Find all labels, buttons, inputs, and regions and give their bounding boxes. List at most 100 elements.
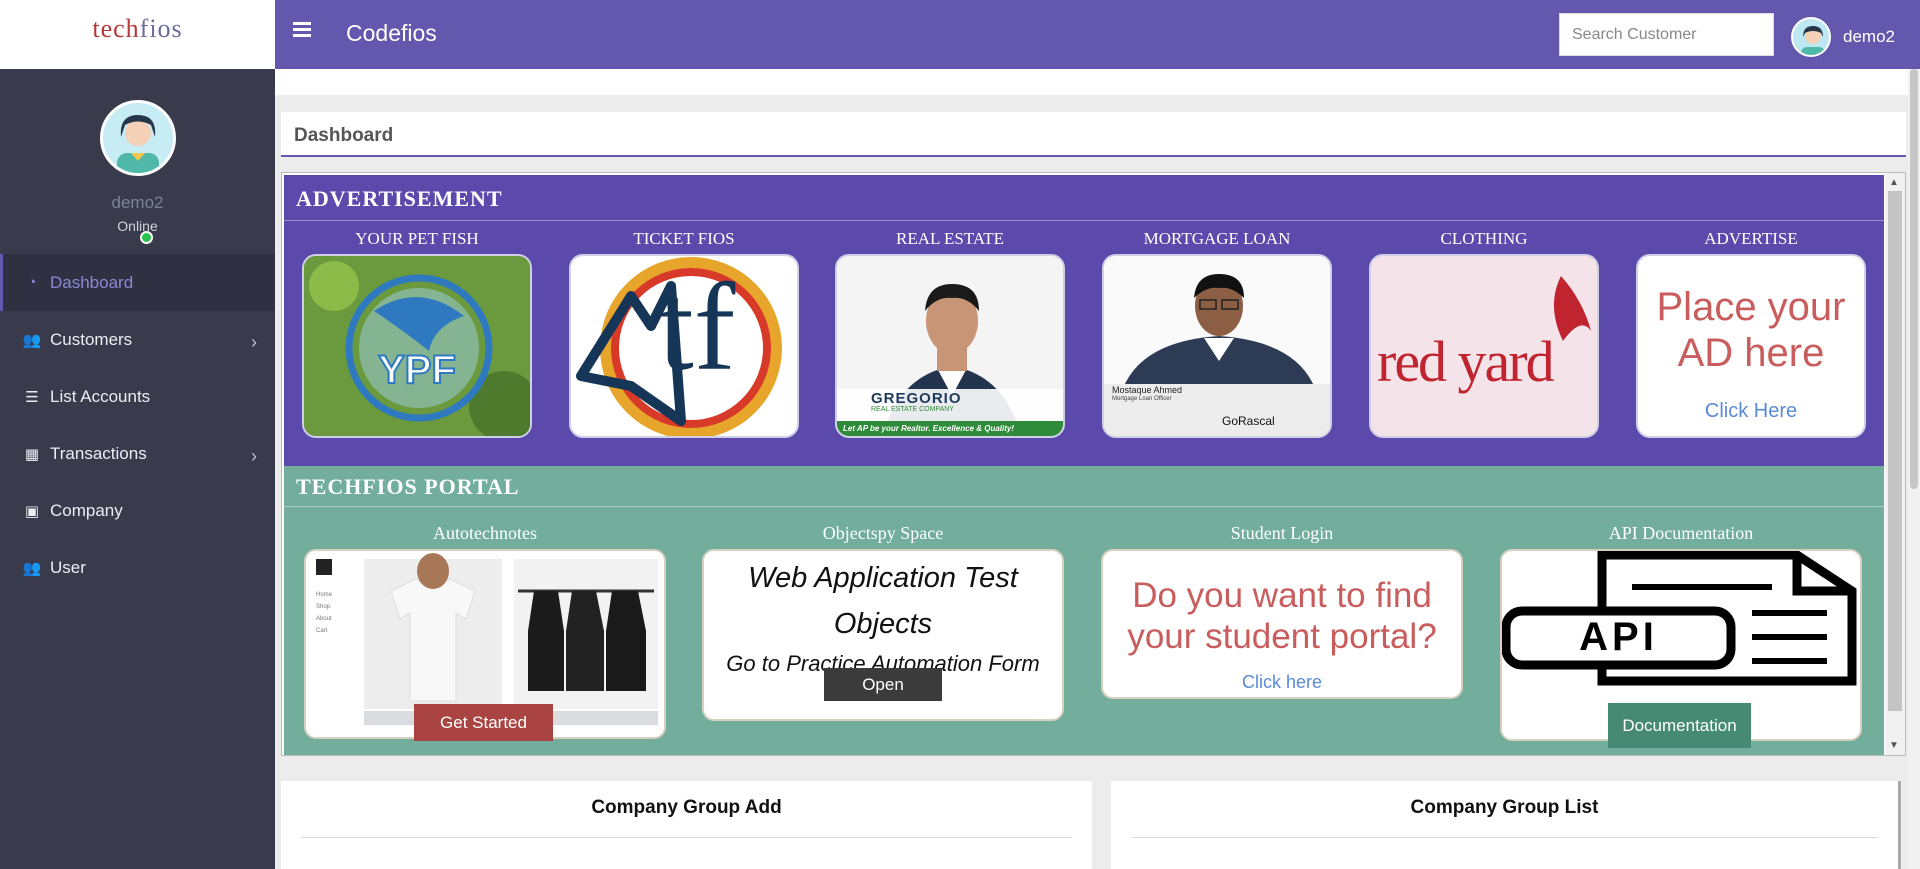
ad-image-text: red yard: [1377, 329, 1555, 394]
app-title: Codefios: [346, 20, 437, 46]
advertisement-title: ADVERTISEMENT: [284, 175, 1884, 221]
company-group-list-panel: Company Group List: [1111, 781, 1901, 869]
logo[interactable]: techfios: [0, 0, 275, 69]
profile-status: Online: [117, 218, 158, 234]
profile-name: demo2: [111, 193, 164, 212]
menu-item: About: [316, 616, 332, 622]
sidebar-item-customers[interactable]: 👥 Customers ›: [0, 311, 275, 368]
iframe-scrollbar[interactable]: ▲ ▼: [1885, 173, 1905, 755]
panel-title: Company Group Add: [591, 797, 782, 818]
list-icon: ☰: [25, 388, 39, 406]
menu-item: Cart: [316, 628, 328, 634]
building-icon: ▦: [24, 445, 40, 463]
search-customer-input[interactable]: [1559, 13, 1774, 56]
ad-click-here-link[interactable]: Click Here: [1638, 400, 1864, 423]
ad-image-sub: Mortgage Loan Officer: [1112, 396, 1172, 402]
student-click-here-link[interactable]: Click here: [1103, 672, 1461, 693]
portal-card-objectspy: Objectspy Space Web Application Test Obj…: [702, 523, 1064, 721]
ad-image-text: Place your AD here: [1656, 285, 1846, 375]
ad-image-real-estate[interactable]: GREGORIO REAL ESTATE COMPANY Let AP be y…: [835, 254, 1065, 438]
panel-title: Company Group List: [1410, 797, 1599, 818]
ad-card-advertise: ADVERTISE Place your AD here Click Here: [1636, 229, 1866, 438]
portal-card-autotechnotes: Autotechnotes Home Shop About Cart Get S…: [304, 523, 666, 741]
portal-image-student-login[interactable]: Do you want to find your student portal?…: [1101, 549, 1463, 699]
sidebar: demo2 Online ◔ Dashboard 👥 Customers › ☰…: [0, 69, 275, 869]
ad-card-pet-fish: YOUR PET FISH YPF: [302, 229, 532, 438]
portal-label: API Documentation: [1608, 523, 1754, 543]
ad-label: ADVERTISE: [1704, 229, 1798, 248]
ad-image-text: GREGORIO: [871, 390, 962, 407]
get-started-button[interactable]: Get Started: [414, 704, 553, 741]
autotechnotes-menu: Home Shop About Cart: [316, 589, 332, 637]
ad-image-pet-fish[interactable]: YPF: [302, 254, 532, 438]
advertisement-section: ADVERTISEMENT YOUR PET FISH YPF TICKET F…: [284, 175, 1884, 466]
ad-image-ticket-fios[interactable]: tf: [569, 254, 799, 438]
hamburger-menu-icon[interactable]: [293, 22, 311, 40]
ad-image-text: YPF: [377, 347, 457, 393]
page-title: Dashboard: [294, 125, 394, 146]
dashboard-panel-header: Dashboard: [281, 112, 1906, 157]
ad-label: CLOTHING: [1440, 229, 1528, 248]
sidebar-item-label: Dashboard: [50, 272, 134, 292]
portal-title: TECHFIOS PORTAL: [284, 466, 1884, 507]
chevron-right-icon: ›: [251, 446, 257, 466]
sidebar-item-user[interactable]: 👥 User: [0, 539, 275, 596]
scroll-up-icon[interactable]: ▲: [1889, 177, 1899, 188]
logo-tech: tech: [92, 13, 140, 43]
ad-card-mortgage-loan: MORTGAGE LOAN Mostaque Ahmed Mortgage Lo…: [1102, 229, 1332, 438]
ad-label: REAL ESTATE: [895, 229, 1005, 248]
company-group-add-panel: Company Group Add: [281, 781, 1092, 869]
divider: [1131, 837, 1878, 838]
sidebar-item-company[interactable]: ▣ Company: [0, 482, 275, 539]
ad-image-clothing[interactable]: red yard: [1369, 254, 1599, 438]
sidebar-item-label: List Accounts: [50, 386, 151, 406]
profile-avatar: [99, 100, 176, 176]
sidebar-item-list-accounts[interactable]: ☰ List Accounts: [0, 368, 275, 425]
scroll-down-icon[interactable]: ▼: [1889, 740, 1899, 751]
dashboard-icon: ◔: [27, 274, 37, 291]
ad-label: YOUR PET FISH: [355, 229, 479, 248]
users-icon: 👥: [22, 559, 42, 577]
techfios-portal-section: TECHFIOS PORTAL Autotechnotes Home Shop …: [284, 466, 1884, 755]
content-strip: [275, 69, 1920, 95]
sidebar-item-label: Customers: [50, 329, 133, 349]
open-button[interactable]: Open: [824, 668, 942, 701]
menu-item: Home: [316, 592, 333, 598]
top-navbar: Codefios demo2: [275, 0, 1920, 69]
briefcase-icon: ▣: [24, 502, 40, 520]
username: demo2: [1843, 27, 1895, 46]
logo-fios: fios: [139, 13, 183, 43]
ad-image-text: Mostaque Ahmed: [1112, 385, 1183, 395]
student-portal-text: Do you want to find your student portal?: [1127, 576, 1437, 656]
online-status-dot: [140, 231, 153, 244]
ad-image-mortgage-loan[interactable]: Mostaque Ahmed Mortgage Loan Officer GoR…: [1102, 254, 1332, 438]
page-scrollbar[interactable]: [1908, 69, 1920, 869]
ad-image-sub: REAL ESTATE COMPANY: [871, 406, 954, 413]
documentation-button[interactable]: Documentation: [1608, 703, 1751, 748]
ad-card-clothing: CLOTHING red yard: [1369, 229, 1599, 438]
sidebar-item-label: Company: [50, 500, 123, 520]
ad-image-banner: Let AP be your Realtor. Excellence & Qua…: [843, 424, 1015, 433]
chevron-right-icon: ›: [251, 332, 257, 352]
objectspy-heading: Web Application Test Objects: [748, 562, 1018, 640]
divider: [301, 837, 1072, 838]
sidebar-profile: demo2 Online: [0, 69, 275, 244]
ad-image-brand: GoRascal: [1222, 414, 1275, 428]
portal-label: Student Login: [1230, 523, 1334, 543]
user-menu[interactable]: demo2: [1791, 17, 1895, 57]
sidebar-item-label: Transactions: [50, 443, 147, 463]
portal-card-student-login: Student Login Do you want to find your s…: [1101, 523, 1463, 699]
portal-label: Objectspy Space: [822, 523, 944, 543]
sidebar-item-dashboard[interactable]: ◔ Dashboard: [0, 254, 275, 311]
ad-card-real-estate: REAL ESTATE GREGORIO REAL ESTATE COMPANY…: [835, 229, 1065, 438]
ad-label: MORTGAGE LOAN: [1143, 229, 1291, 248]
menu-item: Shop: [316, 604, 331, 610]
sidebar-nav: ◔ Dashboard 👥 Customers › ☰ List Account…: [0, 254, 275, 596]
advertisement-iframe: ▲ ▼ ADVERTISEMENT YOUR PET FISH YPF TICK…: [281, 172, 1906, 756]
api-image-text: API: [1579, 615, 1658, 659]
users-icon: 👥: [22, 331, 42, 349]
ad-image-advertise[interactable]: Place your AD here Click Here: [1636, 254, 1866, 438]
avatar: [1791, 17, 1831, 57]
ad-card-ticket-fios: TICKET FIOS tf: [569, 229, 799, 438]
sidebar-item-transactions[interactable]: ▦ Transactions ›: [0, 425, 275, 482]
